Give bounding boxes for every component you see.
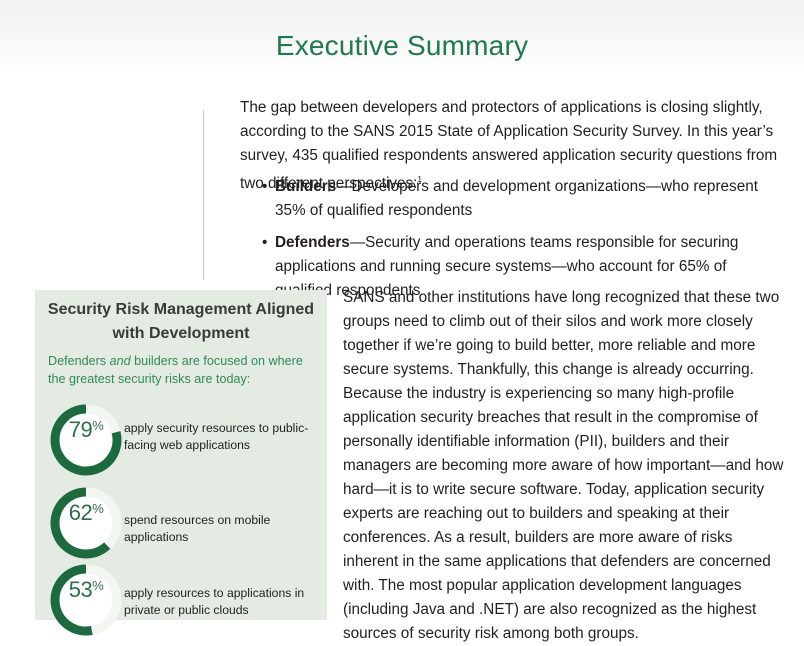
sidebar-title-line2: with Development xyxy=(112,325,250,342)
stat-item: 62% spend resources on mobile applicatio… xyxy=(48,483,323,563)
sidebar-subtitle-a: Defenders xyxy=(48,354,110,368)
bullet-builders: • Builders—Developers and development or… xyxy=(262,175,782,223)
percent-number: 62 xyxy=(68,500,93,525)
bullet-dot: • xyxy=(262,178,268,195)
percent-sign: % xyxy=(92,578,104,593)
percent-value: 53% xyxy=(48,577,124,603)
sidebar-title-line1: Security Risk Management Aligned xyxy=(47,301,315,318)
percent-sign: % xyxy=(92,418,104,433)
bullet-text: —Developers and development organization… xyxy=(275,178,758,219)
percent-value: 62% xyxy=(48,500,124,526)
stat-label: apply resources to applications in priva… xyxy=(124,586,305,617)
page-title: Executive Summary xyxy=(275,30,529,61)
percent-number: 79 xyxy=(68,417,93,442)
body-paragraph-2: SANS and other institutions have long re… xyxy=(343,289,780,378)
body-paragraph-3: Because the industry is experiencing so … xyxy=(343,385,784,642)
percent-number: 53 xyxy=(68,577,93,602)
stat-item: 53% apply resources to applications in p… xyxy=(48,560,323,640)
sidebar-subtitle: Defenders and builders are focused on wh… xyxy=(48,352,318,388)
percent-sign: % xyxy=(92,501,104,516)
stat-item: 79% apply security resources to public-f… xyxy=(48,400,323,480)
sidebar-box: Security Risk Management Aligned with Dev… xyxy=(35,290,327,636)
bullet-dot: • xyxy=(262,234,268,251)
bullet-term: Defenders xyxy=(275,234,350,251)
bullet-term: Builders xyxy=(275,178,337,195)
sidebar-subtitle-em: and xyxy=(109,354,131,368)
percent-value: 79% xyxy=(48,417,124,443)
stat-label: apply security resources to public-facin… xyxy=(124,421,309,452)
sidebar-title: Security Risk Management Aligned with Dev… xyxy=(35,298,327,346)
stat-label: spend resources on mobile applications xyxy=(124,513,271,544)
column-divider xyxy=(203,110,204,280)
